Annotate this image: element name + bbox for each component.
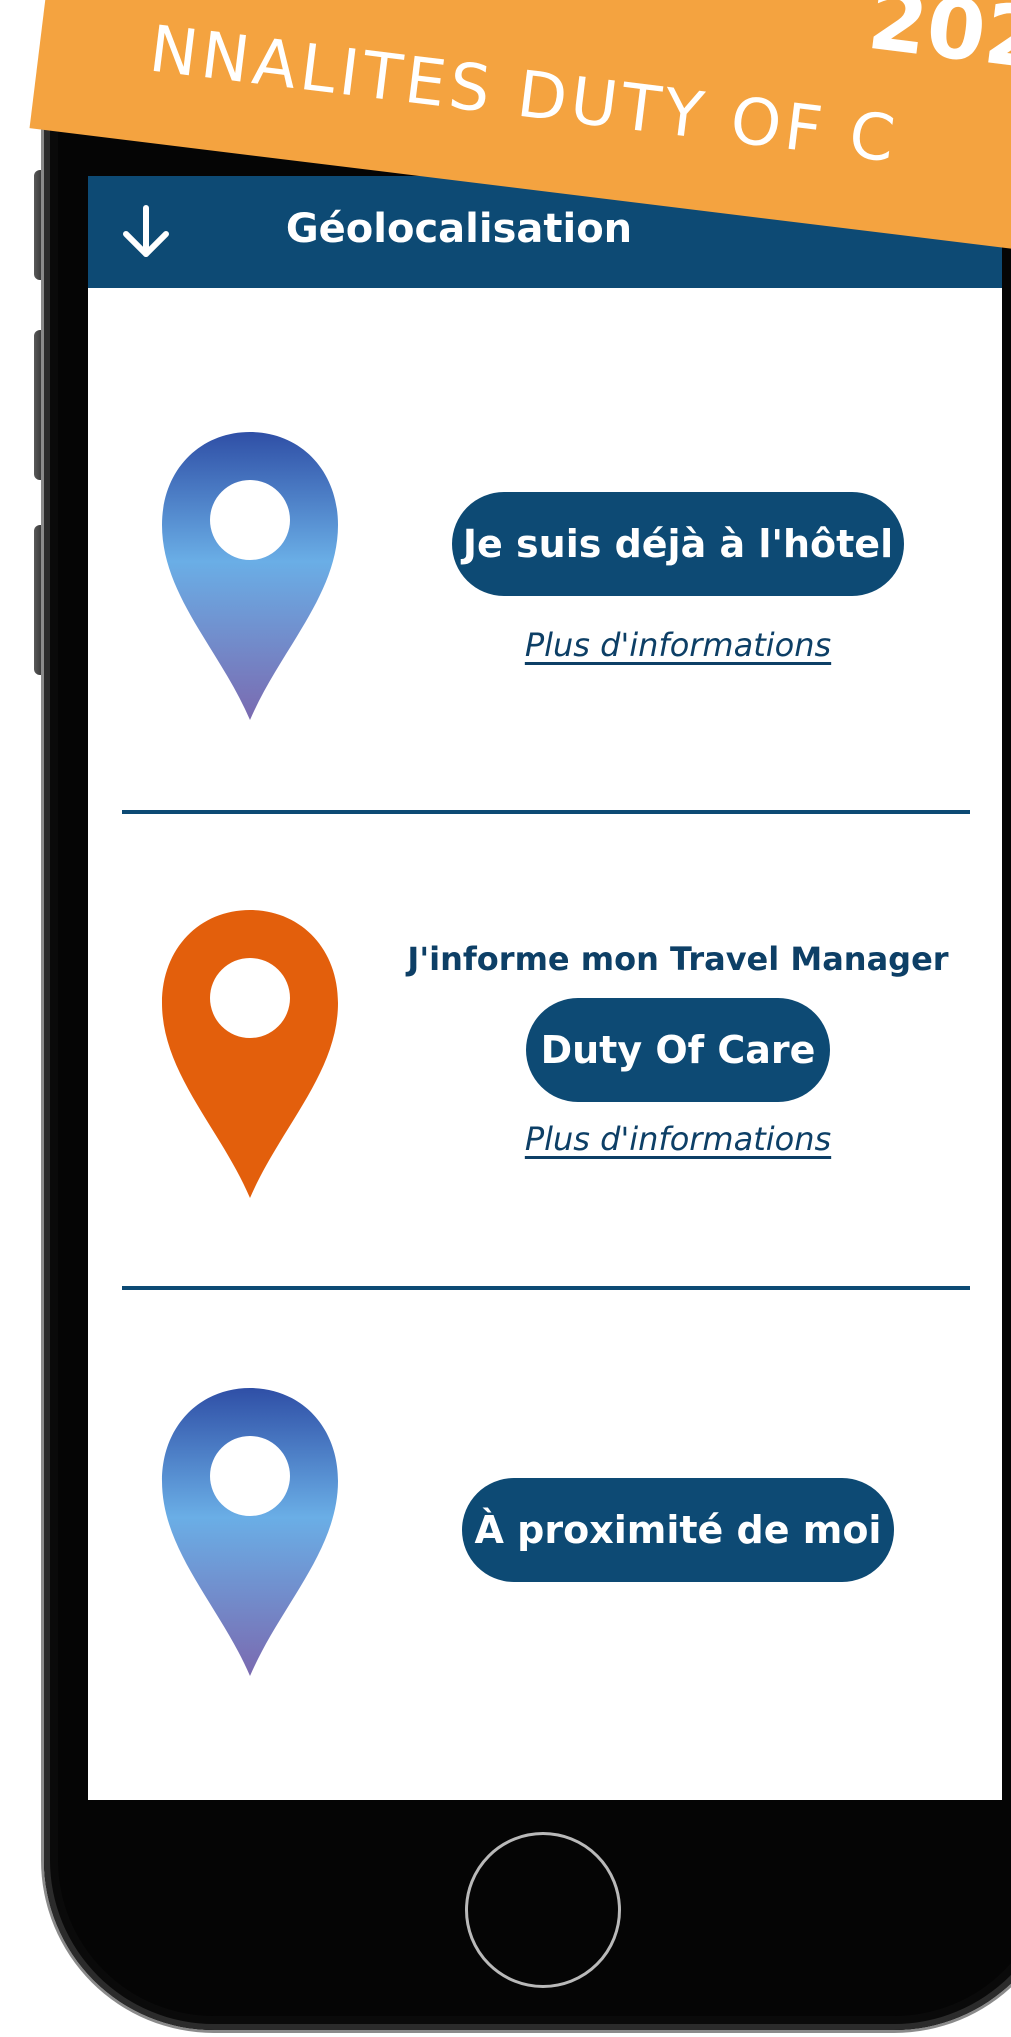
nearby-me-button[interactable]: À proximité de moi [462, 1478, 894, 1582]
phone-mockup-stage: Géolocalisation Je suis déjà à l'hôtel P… [0, 0, 1011, 2037]
app-screen: Géolocalisation Je suis déjà à l'hôtel P… [88, 176, 1002, 1800]
section-divider [122, 810, 970, 814]
more-info-link[interactable]: Plus d'informations [452, 626, 904, 664]
travel-manager-subtitle: J'informe mon Travel Manager [407, 940, 949, 978]
more-info-link[interactable]: Plus d'informations [452, 1120, 904, 1158]
section-divider [122, 1286, 970, 1290]
already-at-hotel-button[interactable]: Je suis déjà à l'hôtel [452, 492, 904, 596]
home-button[interactable] [465, 1832, 621, 1988]
map-pin-icon [162, 1388, 338, 1676]
banner-year: 2020 [863, 0, 1011, 96]
map-pin-icon [162, 910, 338, 1198]
page-title: Géolocalisation [285, 206, 633, 252]
duty-of-care-button[interactable]: Duty Of Care [526, 998, 830, 1102]
map-pin-icon [162, 432, 338, 720]
